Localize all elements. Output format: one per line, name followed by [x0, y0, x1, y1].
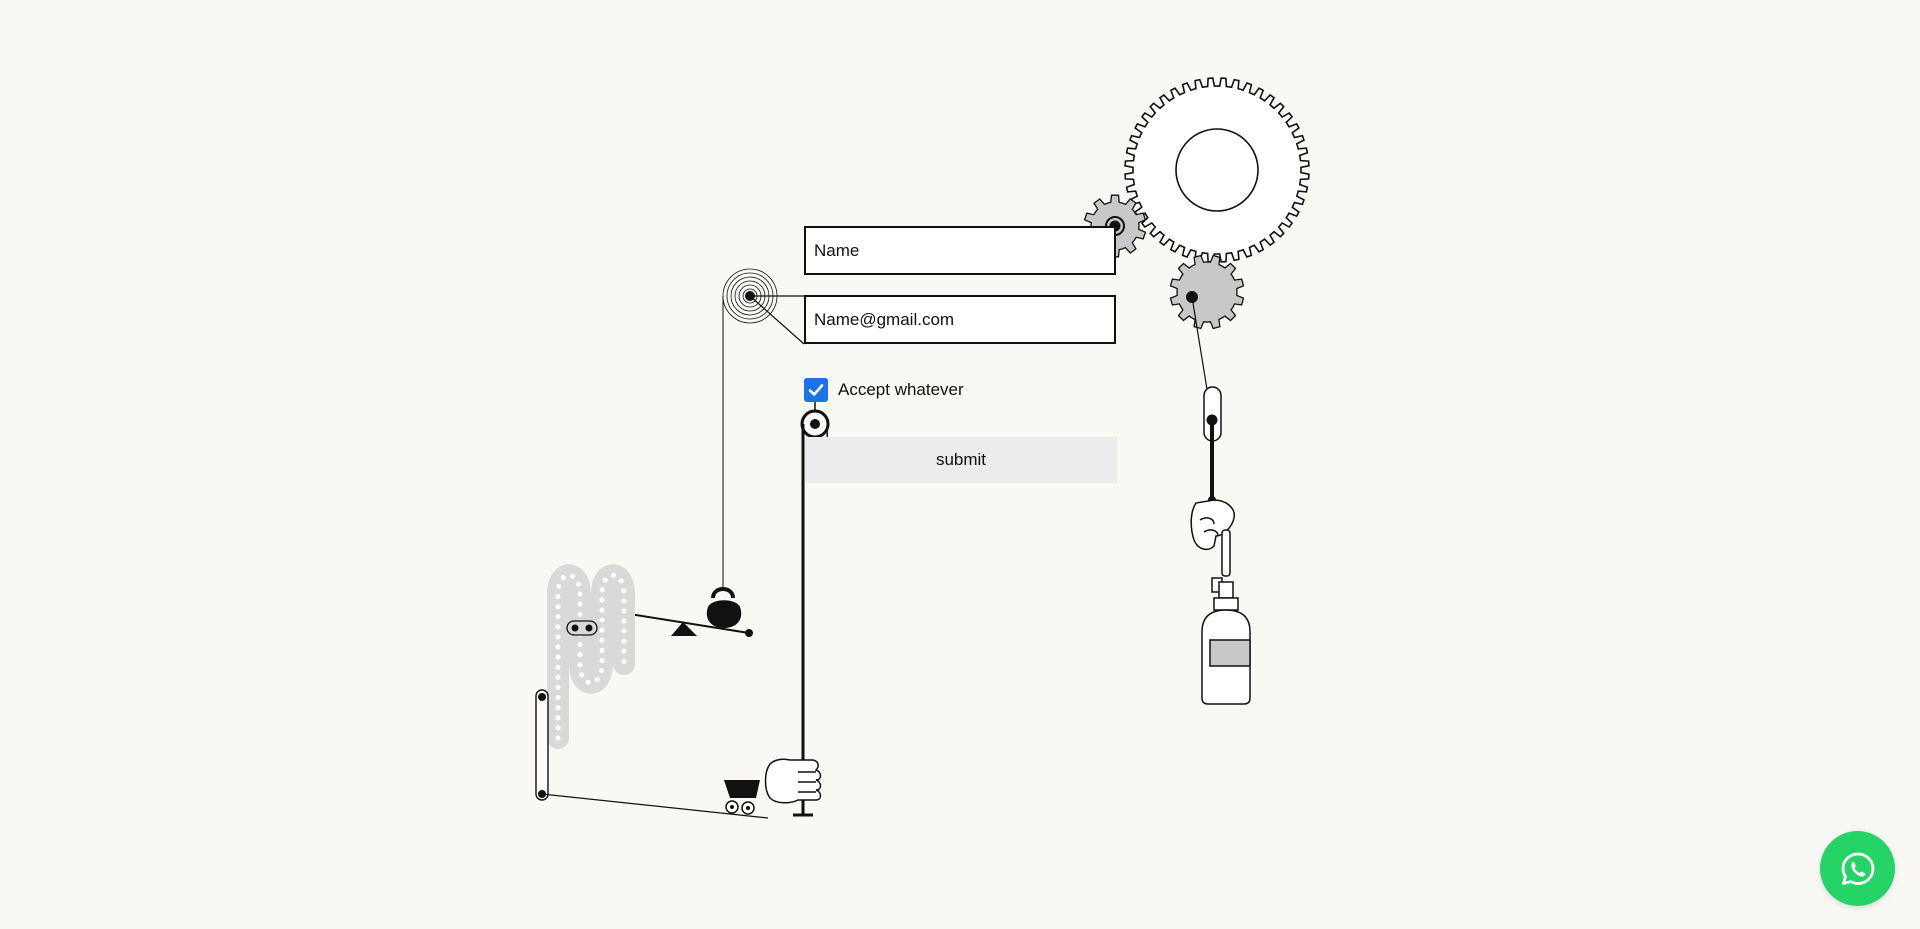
- fist-bottom: [764, 758, 822, 804]
- submit-button[interactable]: submit: [805, 437, 1117, 483]
- accept-row: Accept whatever: [804, 378, 964, 402]
- kettlebell: [706, 587, 742, 628]
- name-field[interactable]: [804, 226, 1116, 275]
- spray-bottle: [1201, 577, 1251, 705]
- left-link: [535, 689, 549, 801]
- large-gear: [1124, 77, 1310, 263]
- medium-gear: [1169, 254, 1245, 330]
- accept-checkbox[interactable]: [804, 378, 828, 402]
- checkmark-icon: [808, 384, 824, 396]
- whatsapp-icon: [1841, 852, 1874, 885]
- hand-right: [1190, 499, 1235, 577]
- page: Accept whatever submit: [0, 0, 1920, 929]
- accept-label: Accept whatever: [838, 380, 964, 399]
- cart: [724, 780, 760, 815]
- chain-loops: [547, 564, 635, 749]
- whatsapp-button[interactable]: [1820, 831, 1895, 906]
- email-field[interactable]: [804, 295, 1116, 344]
